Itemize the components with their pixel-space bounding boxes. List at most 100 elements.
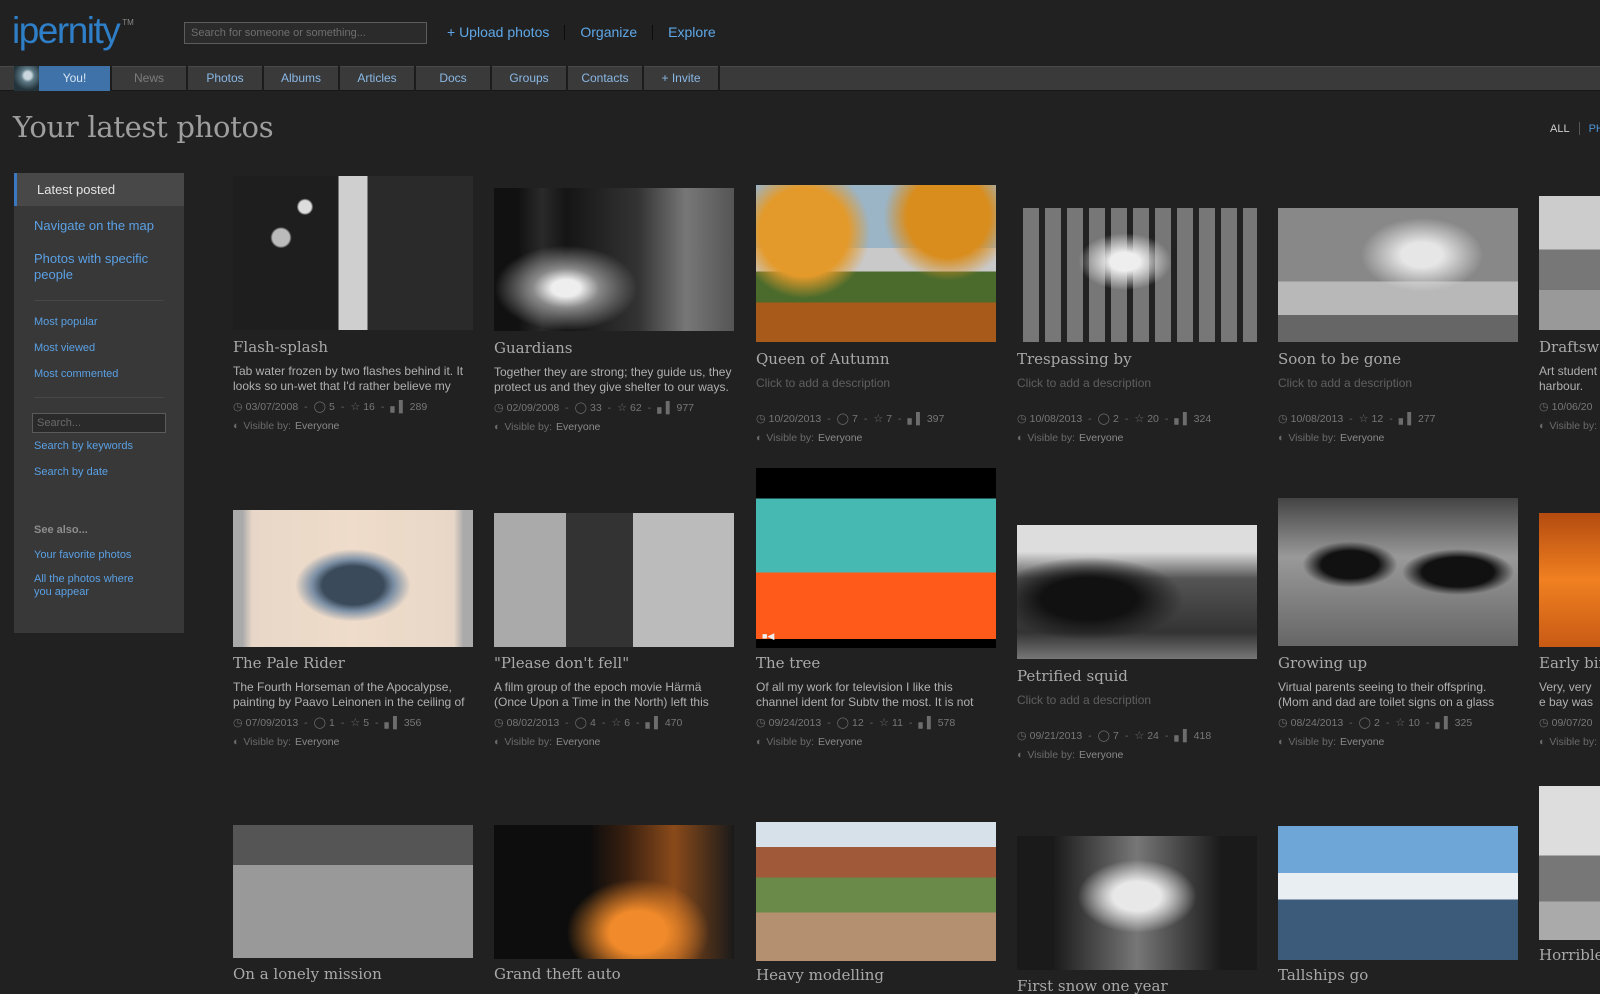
visibility-value[interactable]: Everyone [1340,432,1384,444]
photo-thumbnail[interactable] [1017,836,1257,970]
photo-title[interactable]: Trespassing by [1017,350,1132,368]
photo-description[interactable]: Click to add a description [756,376,996,406]
photo-title[interactable]: Petrified squid [1017,667,1128,685]
favorite-count[interactable]: 11 [892,717,903,729]
photo-thumbnail[interactable] [494,513,734,647]
sidebar-item-people[interactable]: Photos with specific people [14,251,164,283]
favorite-count[interactable]: 20 [1147,413,1159,425]
photo-thumbnail[interactable] [1017,525,1257,659]
photo-title[interactable]: The Pale Rider [233,654,345,672]
sidebar-item-most-popular[interactable]: Most popular [14,316,184,329]
ipernity-logo[interactable]: ipernity TM [12,10,134,52]
tab-photos[interactable]: Photos [188,66,264,91]
photo-title[interactable]: Heavy modelling [756,966,884,984]
search-by-keywords-link[interactable]: Search by keywords [14,440,184,453]
photo-title[interactable]: The tree [756,654,820,672]
tab-groups[interactable]: Groups [492,66,568,91]
photo-title[interactable]: Guardians [494,339,572,357]
photo-title[interactable]: Horrible horribly l [1539,946,1600,964]
comment-count[interactable]: 4 [590,717,596,729]
photo-thumbnail[interactable] [494,825,734,959]
sidebar-item-latest-posted[interactable]: Latest posted [14,173,184,206]
comment-count[interactable]: 12 [852,717,864,729]
visibility-value[interactable]: Everyone [556,736,600,748]
visibility-value[interactable]: Everyone [295,736,339,748]
photo-thumbnail[interactable] [1017,208,1257,342]
sidebar-item-most-viewed[interactable]: Most viewed [14,342,184,355]
comment-count[interactable]: 5 [329,401,335,413]
tab-invite[interactable]: + Invite [644,66,720,91]
visibility-value[interactable]: Everyone [1079,432,1123,444]
favorite-count[interactable]: 5 [363,717,369,729]
photo-title[interactable]: Growing up [1278,654,1367,672]
photo-thumbnail[interactable] [233,510,473,647]
photo-thumbnail[interactable] [233,176,473,330]
visibility-value[interactable]: Everyone [818,432,862,444]
bar-chart-icon: ▖▌ [918,717,935,729]
photo-thumbnail[interactable] [1539,513,1600,647]
tab-articles[interactable]: Articles [340,66,416,91]
global-search-input[interactable] [184,22,427,44]
comment-count[interactable]: 33 [590,402,602,414]
tab-you[interactable]: You! [39,66,112,91]
view-count: 977 [676,401,695,414]
photo-title[interactable]: Flash-splash [233,338,328,356]
comment-count[interactable]: 2 [1113,413,1119,425]
favorite-count[interactable]: 10 [1408,717,1420,729]
upload-photos-link[interactable]: + Upload photos [447,24,549,40]
comment-count[interactable]: 7 [1113,730,1119,742]
sidebar-item-map[interactable]: Navigate on the map [14,218,184,234]
photo-description[interactable]: Click to add a description [1278,376,1518,406]
favorite-count[interactable]: 62 [630,402,642,414]
sidebar-item-most-commented[interactable]: Most commented [14,368,184,381]
photo-thumbnail[interactable] [756,822,996,961]
comment-count[interactable]: 1 [329,717,335,729]
favorite-count[interactable]: 6 [624,717,630,729]
favorite-photos-link[interactable]: Your favorite photos [14,549,184,562]
filter-photos[interactable]: PH [1589,123,1600,135]
photo-thumbnail[interactable] [1278,208,1518,342]
photo-title[interactable]: Queen of Autumn [756,350,890,368]
photo-title[interactable]: On a lonely mission [233,965,382,983]
filter-all[interactable]: ALL [1550,123,1570,135]
visibility-value[interactable]: Everyone [295,420,339,432]
photo-title[interactable]: Grand theft auto [494,965,621,983]
photo-thumbnail[interactable] [233,825,473,958]
avatar[interactable] [14,66,39,91]
visibility-value[interactable]: Everyone [556,421,600,433]
photos-where-you-appear-link[interactable]: All the photos where you appear [14,573,154,599]
favorite-count[interactable]: 16 [363,401,375,413]
tab-albums[interactable]: Albums [264,66,340,91]
organize-link[interactable]: Organize [580,24,637,40]
photo-thumbnail[interactable] [1278,826,1518,960]
visibility-value[interactable]: Everyone [1340,736,1384,748]
photo-description[interactable]: Click to add a description [1017,376,1257,406]
tab-news[interactable]: News [112,66,188,91]
comment-count[interactable]: 2 [1374,717,1380,729]
favorite-count[interactable]: 12 [1372,413,1384,425]
photo-thumbnail[interactable] [1278,498,1518,646]
photo-title[interactable]: Draftswo [1539,338,1600,356]
photo-thumbnail[interactable] [1539,196,1600,330]
photo-title[interactable]: Soon to be gone [1278,350,1401,368]
visibility-value[interactable]: Everyone [818,736,862,748]
photo-title[interactable]: Early bir [1539,654,1600,672]
tab-docs[interactable]: Docs [416,66,492,91]
explore-link[interactable]: Explore [668,24,715,40]
comment-count[interactable]: 7 [852,413,858,425]
photo-thumbnail[interactable]: ■◀ [756,468,996,648]
photo-title[interactable]: First snow one year [1017,977,1168,994]
photo-description[interactable]: Click to add a description [1017,693,1257,723]
photo-title[interactable]: "Please don't fell" [494,654,629,672]
photo-title[interactable]: Tallships go [1278,966,1368,984]
favorite-count[interactable]: 7 [886,413,892,425]
photo-thumbnail[interactable] [494,188,734,331]
sidebar-search-input[interactable] [32,413,166,433]
favorite-count[interactable]: 24 [1147,730,1159,742]
globe-icon: ◐ [756,736,763,748]
visibility-value[interactable]: Everyone [1079,749,1123,761]
search-by-date-link[interactable]: Search by date [14,466,184,479]
photo-thumbnail[interactable] [756,185,996,342]
photo-thumbnail[interactable] [1539,786,1600,940]
tab-contacts[interactable]: Contacts [568,66,644,91]
